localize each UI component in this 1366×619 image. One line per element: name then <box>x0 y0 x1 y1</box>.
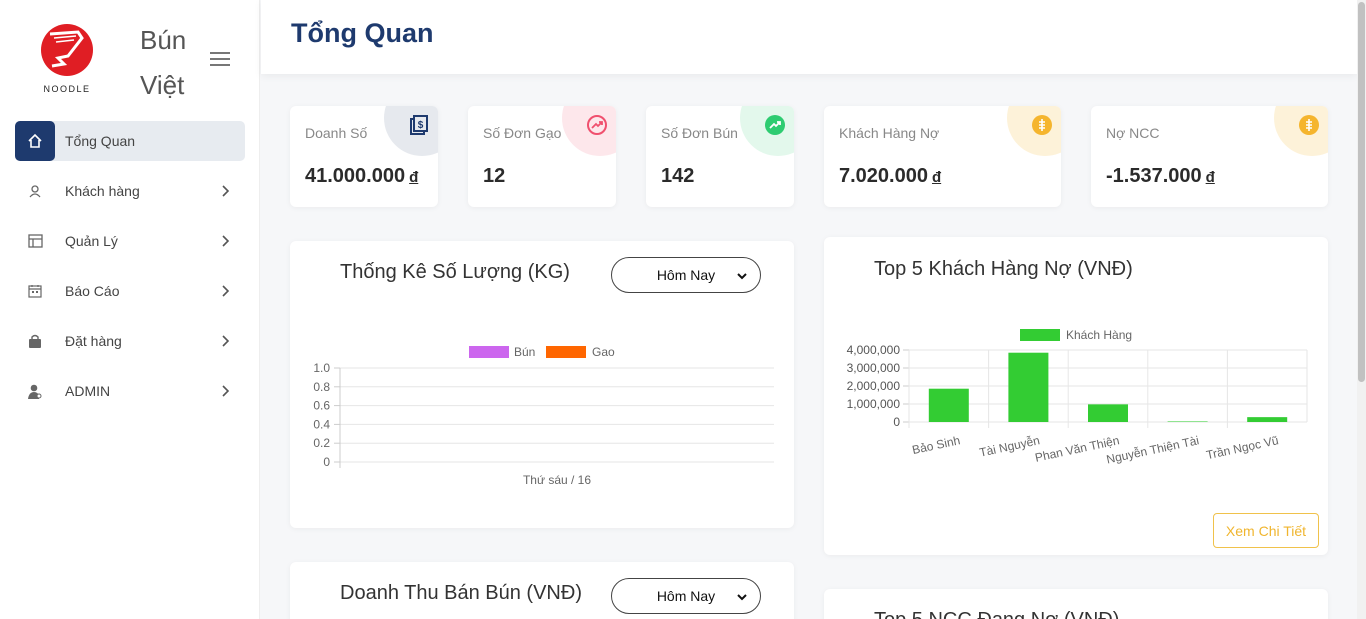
currency-symbol: đ <box>409 169 419 186</box>
admin-icon <box>15 371 55 411</box>
y-tick-label: 0 <box>323 455 330 469</box>
topbar: Tổng Quan <box>261 0 1357 74</box>
user-icon <box>15 171 55 211</box>
stat-card-khach-hang-no: Khách Hàng Nợ 7.020.000 đ <box>824 106 1061 207</box>
x-tick-label: Tài Nguyễn <box>978 432 1041 459</box>
stat-card-doanh-so: $ Doanh Số 41.000.000 đ <box>290 106 438 207</box>
stat-card-so-don-gao: Số Đơn Gạo 12 <box>468 106 616 207</box>
sidebar-item-dat-hang[interactable]: Đặt hàng <box>15 321 245 361</box>
sidebar-item-admin[interactable]: ADMIN <box>15 371 245 411</box>
sidebar-item-label: Đặt hàng <box>65 333 122 349</box>
stat-value: -1.537.000 đ <box>1106 165 1215 188</box>
currency-symbol: đ <box>1205 169 1215 186</box>
sidebar-nav: Tổng Quan Khách hàng Quản Lý Báo Cáo Đặt… <box>15 121 245 421</box>
stat-label: Doanh Số <box>305 125 368 141</box>
period-select[interactable]: Hôm Nay <box>611 578 761 614</box>
panel-revenue: Doanh Thu Bán Bún (VNĐ) Hôm Nay <box>290 562 794 619</box>
stat-value-number: 142 <box>661 165 695 187</box>
quantity-chart: 1.0 0.8 0.6 0.4 0.2 0 Thứ sáu / 16 <box>313 361 774 487</box>
bar <box>1247 417 1288 422</box>
bar <box>1088 404 1128 422</box>
stat-value-number: 7.020.000 <box>839 165 928 187</box>
stat-card-no-ncc: Nợ NCC -1.537.000 đ <box>1091 106 1328 207</box>
money-icon: $ <box>410 115 428 135</box>
panel-title: Top 5 NCC Đang Nợ (VNĐ) <box>874 609 1119 619</box>
hamburger-menu-icon[interactable] <box>210 52 230 68</box>
x-tick-label: Thứ sáu / 16 <box>523 473 591 487</box>
stat-value-number: 12 <box>483 165 506 187</box>
home-icon <box>15 121 55 161</box>
bag-icon <box>15 321 55 361</box>
x-tick-label: Nguyễn Thiện Tài <box>1105 432 1200 466</box>
panel-top-debtors: Top 5 Khách Hàng Nợ (VNĐ) Khách Hàng 4,0… <box>824 237 1328 555</box>
chevron-down-icon <box>737 594 747 601</box>
sidebar-item-label: Khách hàng <box>65 183 140 199</box>
view-details-button[interactable]: Xem Chi Tiết <box>1213 513 1319 548</box>
brand-name-line2: Việt <box>140 70 185 100</box>
chevron-right-icon <box>222 235 230 247</box>
stat-label: Số Đơn Bún <box>661 125 738 141</box>
y-tick-label: 1,000,000 <box>847 397 901 411</box>
brand-name: Bún Việt <box>140 18 186 108</box>
brand: NOODLE Bún Việt <box>0 0 260 110</box>
trend-icon <box>587 115 607 135</box>
chevron-right-icon <box>222 185 230 197</box>
x-tick-label: Trần Ngọc Vũ <box>1205 433 1280 462</box>
y-tick-label: 0.6 <box>313 399 330 413</box>
y-tick-label: 4,000,000 <box>847 343 901 357</box>
y-tick-label: 0.2 <box>313 436 330 450</box>
chevron-right-icon <box>222 285 230 297</box>
coin-icon <box>1299 115 1319 135</box>
y-tick-label: 3,000,000 <box>847 361 901 375</box>
bar <box>1167 421 1208 422</box>
stat-value: 142 <box>661 165 694 188</box>
sidebar-item-label: Tổng Quan <box>65 133 136 149</box>
select-value: Hôm Nay <box>656 588 716 604</box>
bar <box>1008 352 1049 422</box>
scrollbar-thumb[interactable] <box>1358 2 1365 382</box>
stat-value: 12 <box>483 165 505 188</box>
panel-title: Doanh Thu Bán Bún (VNĐ) <box>340 582 582 604</box>
sidebar-item-label: ADMIN <box>65 383 111 399</box>
sidebar-item-khach-hang[interactable]: Khách hàng <box>15 171 245 211</box>
stat-value: 41.000.000 đ <box>305 165 418 188</box>
sidebar-item-label: Báo Cáo <box>65 283 120 299</box>
panel-top-suppliers: Top 5 NCC Đang Nợ (VNĐ) <box>824 589 1328 619</box>
trend-up-icon <box>765 115 785 135</box>
stat-card-so-don-bun: Số Đơn Bún 142 <box>646 106 794 207</box>
y-tick-label: 0 <box>893 415 900 429</box>
sidebar: NOODLE Bún Việt Tổng Quan Khách hàng Quả… <box>0 0 260 619</box>
currency-symbol: đ <box>931 169 942 186</box>
stat-label: Nợ NCC <box>1106 125 1160 141</box>
table-icon <box>15 221 55 261</box>
sidebar-item-quan-ly[interactable]: Quản Lý <box>15 221 245 261</box>
brand-name-line1: Bún <box>140 25 187 55</box>
logo-text: NOODLE <box>43 84 90 94</box>
stat-value: 7.020.000 đ <box>839 165 941 188</box>
stat-label: Khách Hàng Nợ <box>839 125 940 141</box>
coin-icon <box>1032 115 1052 135</box>
svg-text:$: $ <box>418 120 424 131</box>
page-title: Tổng Quan <box>291 18 434 48</box>
y-tick-label: 1.0 <box>313 361 330 375</box>
chevron-right-icon <box>222 335 230 347</box>
y-tick-label: 0.4 <box>313 417 330 431</box>
scrollbar[interactable] <box>1357 0 1366 619</box>
chevron-right-icon <box>222 385 230 397</box>
y-tick-label: 2,000,000 <box>847 379 901 393</box>
y-tick-label: 0.8 <box>313 380 330 394</box>
sidebar-item-tong-quan[interactable]: Tổng Quan <box>15 121 245 161</box>
bar <box>928 388 969 422</box>
stat-label: Số Đơn Gạo <box>483 125 562 141</box>
logo[interactable]: NOODLE <box>38 24 96 96</box>
stat-value-number: -1.537.000 <box>1106 165 1202 187</box>
debtors-chart: 4,000,000 3,000,000 2,000,000 1,000,000 0 Bảo… <box>847 343 1308 467</box>
sidebar-item-bao-cao[interactable]: Báo Cáo <box>15 271 245 311</box>
sidebar-item-label: Quản Lý <box>65 233 118 249</box>
stat-value-number: 41.000.000 <box>305 165 406 187</box>
calendar-icon <box>15 271 55 311</box>
panel-quantity: Thống Kê Số Lượng (KG) Hôm Nay Bún Gao 1… <box>290 241 794 528</box>
x-tick-label: Bảo Sinh <box>911 433 962 457</box>
